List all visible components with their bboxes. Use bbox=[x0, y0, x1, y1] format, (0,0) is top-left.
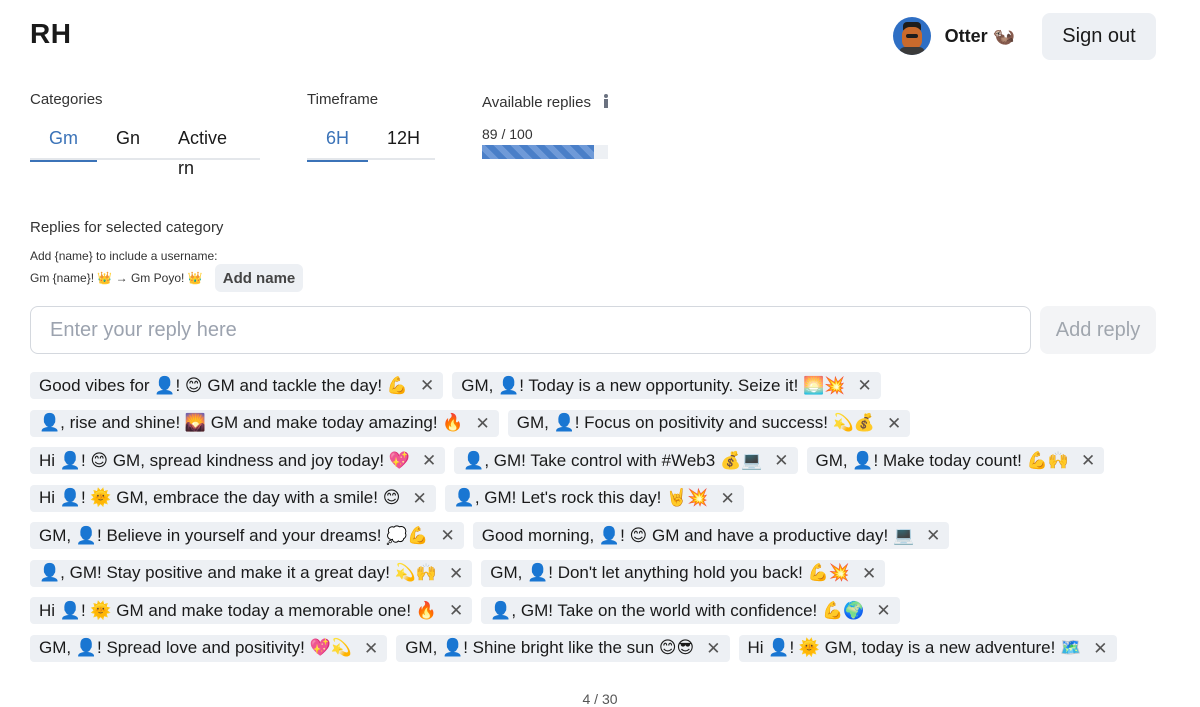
close-icon[interactable]: ✕ bbox=[926, 527, 940, 544]
reply-chip[interactable]: 👤, GM! Take control with #Web3 💰💻 ✕ bbox=[454, 447, 798, 474]
reply-chip[interactable]: Hi 👤! 😊 GM, spread kindness and joy toda… bbox=[30, 447, 446, 474]
reply-chip-text: GM, 👤! Shine bright like the sun 😊😎 bbox=[405, 638, 695, 657]
close-icon[interactable]: ✕ bbox=[887, 415, 901, 432]
reply-chip[interactable]: Good vibes for 👤! 😊 GM and tackle the da… bbox=[30, 372, 444, 399]
reply-chip-text: 👤, rise and shine! 🌄 GM and make today a… bbox=[39, 413, 464, 432]
reply-chip-text: Hi 👤! 🌞 GM and make today a memorable on… bbox=[39, 600, 437, 620]
reply-chip-text: GM, 👤! Believe in yourself and your drea… bbox=[39, 525, 429, 545]
tab-timeframe-0[interactable]: 6H bbox=[307, 123, 369, 162]
reply-chip-text: Hi 👤! 😊 GM, spread kindness and joy toda… bbox=[39, 450, 410, 470]
tab-categories-0[interactable]: Gm bbox=[30, 123, 97, 162]
reply-chip-text: GM, 👤! Spread love and positivity! 💖💫 bbox=[39, 638, 352, 657]
reply-chip[interactable]: 👤, rise and shine! 🌄 GM and make today a… bbox=[30, 409, 499, 437]
progress-fill bbox=[482, 145, 595, 159]
username: Otter 🦦 bbox=[944, 25, 1015, 46]
close-icon[interactable]: ✕ bbox=[475, 415, 489, 432]
reply-chip[interactable]: Hi 👤! 🌞 GM, embrace the day with a smile… bbox=[30, 484, 436, 512]
close-icon[interactable]: ✕ bbox=[876, 602, 890, 619]
chip-row: 👤, rise and shine! 🌄 GM and make today a… bbox=[30, 409, 1160, 437]
name-hint-line1: Add {name} to include a username: bbox=[30, 249, 218, 263]
reply-chip-text: Hi 👤! 🌞 GM, today is a new adventure! 🗺️ bbox=[747, 638, 1082, 657]
reply-chip-text: 👤, GM! Take control with #Web3 💰💻 bbox=[463, 450, 763, 470]
close-icon[interactable]: ✕ bbox=[1081, 452, 1095, 469]
user-profile[interactable]: Otter 🦦 bbox=[892, 17, 1015, 55]
reply-chip[interactable]: GM, 👤! Focus on positivity and success! … bbox=[507, 409, 911, 437]
avatar[interactable] bbox=[892, 17, 931, 55]
app-logo: RH bbox=[30, 18, 72, 49]
reply-chip[interactable]: 👤, GM! Stay positive and make it a great… bbox=[30, 559, 473, 587]
close-icon[interactable]: ✕ bbox=[420, 377, 434, 394]
close-icon[interactable]: ✕ bbox=[422, 452, 436, 469]
tab-categories-2[interactable]: Active rn bbox=[159, 123, 260, 178]
timeframe-label: Timeframe bbox=[307, 91, 379, 108]
tab-categories-1[interactable]: Gn bbox=[97, 123, 159, 160]
timeframe-tabs: 6H 12H bbox=[307, 123, 435, 162]
close-icon[interactable]: ✕ bbox=[862, 565, 876, 582]
reply-chip-text: GM, 👤! Make today count! 💪🙌 bbox=[815, 450, 1069, 470]
reply-chip-text: 👤, GM! Stay positive and make it a great… bbox=[39, 563, 437, 582]
reply-chip[interactable]: Hi 👤! 🌞 GM, today is a new adventure! 🗺️… bbox=[738, 634, 1117, 662]
reply-chip-text: Good vibes for 👤! 😊 GM and tackle the da… bbox=[39, 375, 409, 395]
add-reply-button[interactable]: Add reply bbox=[1040, 306, 1156, 354]
chip-row: Hi 👤! 🌞 GM and make today a memorable on… bbox=[30, 597, 1160, 624]
chip-row: GM, 👤! Spread love and positivity! 💖💫 ✕ GM… bbox=[30, 634, 1160, 662]
reply-chip[interactable]: 👤, GM! Take on the world with confidence… bbox=[481, 597, 900, 624]
close-icon[interactable]: ✕ bbox=[364, 640, 378, 657]
chip-row: Hi 👤! 😊 GM, spread kindness and joy toda… bbox=[30, 447, 1160, 474]
reply-chip-text: GM, 👤! Today is a new opportunity. Seize… bbox=[461, 375, 846, 395]
reply-chip[interactable]: GM, 👤! Shine bright like the sun 😊😎 ✕ bbox=[396, 634, 730, 662]
available-replies-text: Available replies bbox=[482, 94, 591, 111]
categories-tabs: Gm Gn Active rn bbox=[30, 123, 260, 178]
close-icon[interactable]: ✕ bbox=[449, 565, 463, 582]
add-name-button[interactable]: Add name bbox=[215, 264, 303, 292]
categories-label: Categories bbox=[30, 91, 103, 108]
replies-section-label: Replies for selected category bbox=[30, 219, 224, 236]
reply-chip-text: GM, 👤! Focus on positivity and success! … bbox=[516, 413, 875, 432]
close-icon[interactable]: ✕ bbox=[1093, 640, 1107, 657]
reply-chip[interactable]: Hi 👤! 🌞 GM and make today a memorable on… bbox=[30, 597, 473, 624]
header: RH Otter 🦦 Sign out bbox=[0, 0, 1200, 74]
sign-out-button[interactable]: Sign out bbox=[1042, 13, 1156, 60]
chip-row: 👤, GM! Stay positive and make it a great… bbox=[30, 559, 1160, 587]
name-hint-line2: Gm {name}! 👑 → Gm Poyo! 👑 bbox=[30, 271, 203, 285]
close-icon[interactable]: ✕ bbox=[440, 527, 454, 544]
reply-input[interactable] bbox=[30, 306, 1031, 354]
reply-chip-text: Hi 👤! 🌞 GM, embrace the day with a smile… bbox=[39, 488, 401, 507]
reply-chip[interactable]: GM, 👤! Make today count! 💪🙌 ✕ bbox=[806, 447, 1105, 474]
reply-chip-text: 👤, GM! Take on the world with confidence… bbox=[490, 600, 865, 620]
reply-chip-text: GM, 👤! Don't let anything hold you back!… bbox=[490, 563, 850, 582]
reply-chip[interactable]: Good morning, 👤! 😊 GM and have a product… bbox=[472, 522, 950, 549]
info-icon[interactable] bbox=[599, 93, 613, 109]
close-icon[interactable]: ✕ bbox=[774, 452, 788, 469]
reply-chips: Good vibes for 👤! 😊 GM and tackle the da… bbox=[30, 372, 1160, 672]
available-replies-label: Available replies bbox=[482, 91, 613, 111]
close-icon[interactable]: ✕ bbox=[449, 602, 463, 619]
close-icon[interactable]: ✕ bbox=[412, 490, 426, 507]
reply-chip[interactable]: GM, 👤! Believe in yourself and your drea… bbox=[30, 522, 464, 549]
available-replies-progress bbox=[482, 145, 608, 159]
reply-chip-text: 👤, GM! Let's rock this day! 🤘💥 bbox=[453, 488, 709, 507]
close-icon[interactable]: ✕ bbox=[720, 490, 734, 507]
available-replies-count: 89 / 100 bbox=[482, 126, 533, 142]
chip-row: Good vibes for 👤! 😊 GM and tackle the da… bbox=[30, 372, 1160, 399]
close-icon[interactable]: ✕ bbox=[857, 377, 871, 394]
chip-row: Hi 👤! 🌞 GM, embrace the day with a smile… bbox=[30, 484, 1160, 512]
tab-timeframe-1[interactable]: 12H bbox=[368, 123, 439, 160]
reply-chip-text: Good morning, 👤! 😊 GM and have a product… bbox=[481, 525, 915, 545]
reply-chip[interactable]: GM, 👤! Spread love and positivity! 💖💫 ✕ bbox=[30, 634, 388, 662]
close-icon[interactable]: ✕ bbox=[706, 640, 720, 657]
reply-chip[interactable]: GM, 👤! Today is a new opportunity. Seize… bbox=[452, 372, 881, 399]
chip-row: GM, 👤! Believe in yourself and your drea… bbox=[30, 522, 1160, 549]
pagination: 4 / 30 bbox=[582, 691, 618, 707]
reply-chip[interactable]: GM, 👤! Don't let anything hold you back!… bbox=[481, 559, 886, 587]
reply-chip[interactable]: 👤, GM! Let's rock this day! 🤘💥 ✕ bbox=[444, 484, 744, 512]
